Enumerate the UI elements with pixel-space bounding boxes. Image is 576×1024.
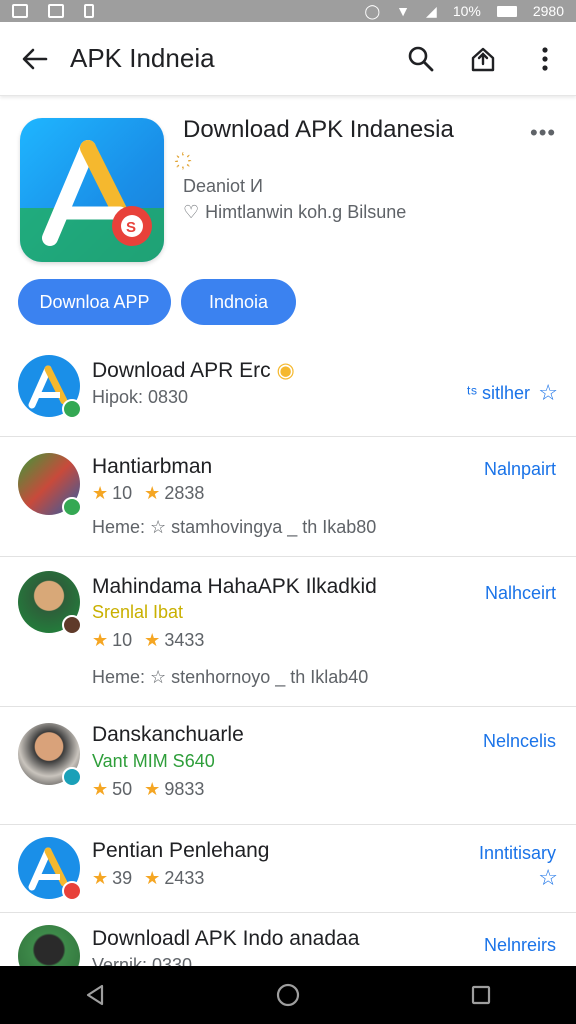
star-icon: ★ <box>144 483 161 503</box>
arrow-back-icon <box>22 48 48 69</box>
app-list: Download APR Erc ◉ Hipok: 0830 ᵗˢ sitlhe… <box>0 342 576 987</box>
item-action[interactable]: Nelnreirs <box>484 935 556 956</box>
app-icon <box>18 355 82 419</box>
star-icon: ★ <box>92 483 109 503</box>
item-action[interactable]: Inntitisary <box>479 843 556 864</box>
star-outline-icon[interactable]: ☆ <box>538 380 558 406</box>
list-item[interactable]: Danskanchuarle Vant MIM S640 ★ 50 ★ 9833 N… <box>0 707 576 825</box>
share-button[interactable] <box>452 22 514 96</box>
share-icon <box>471 47 495 71</box>
wifi-icon: ▼ <box>396 3 411 19</box>
app-title: Download APK Indanesia <box>183 116 454 143</box>
apk-a-logo-icon: S <box>20 140 164 262</box>
item-action[interactable]: Nelncelis <box>483 731 556 752</box>
star-icon: ★ <box>92 630 109 650</box>
heart-icon: ♡ <box>183 202 200 222</box>
app-meta-text: Himtlanwin koh.g Bilsune <box>205 202 407 222</box>
star-icon: ★ <box>144 868 161 888</box>
rating-count: 9833 <box>164 779 205 799</box>
list-item[interactable]: Mahindama HahaAPK Ilkadkid Srenlal Ibat … <box>0 557 576 707</box>
list-item[interactable]: Downloadl APK Indo anadaa Vernik: 0330 N… <box>0 913 576 987</box>
rating-value: 39 <box>112 868 133 888</box>
star-outline-icon[interactable]: ☆ <box>538 865 558 891</box>
search-button[interactable] <box>390 22 452 96</box>
signal-icon: ◢ <box>426 2 437 19</box>
more-options-button[interactable] <box>514 22 576 96</box>
recents-nav-icon[interactable] <box>470 984 492 1006</box>
item-rating: ★ 50 ★ 9833 <box>92 779 204 800</box>
star-icon: ★ <box>92 779 109 799</box>
developer-name: Deaniot И <box>183 176 263 196</box>
battery-icon <box>496 5 517 17</box>
verified-icon <box>62 399 82 419</box>
list-item[interactable]: Hantiarbman ★ 10 ★ 2838 Heme: ☆ stamhoving… <box>0 437 576 557</box>
page-title: APK Indneia <box>70 43 215 73</box>
item-tag: Vant MIM S640 <box>92 751 215 771</box>
home-nav-icon[interactable] <box>275 982 301 1008</box>
verified-icon <box>62 497 82 517</box>
item-details: Heme: ☆ stamhovingya _ th Ikab80 <box>92 517 377 537</box>
item-action[interactable]: Nalhceirt <box>485 583 556 604</box>
list-item[interactable]: Download APR Erc ◉ Hipok: 0830 ᵗˢ sitlhe… <box>0 342 576 437</box>
rating-value: 10 <box>112 483 133 503</box>
download-icon <box>84 4 94 18</box>
badge-icon <box>62 615 82 635</box>
app-icon <box>18 571 82 635</box>
item-title: Pentian Penlehang <box>92 839 270 862</box>
rating-count: 3433 <box>164 630 205 650</box>
item-tag: Srenlal Ibat <box>92 602 184 622</box>
gold-badge-icon: ◉ <box>276 359 295 382</box>
badge-icon <box>62 767 82 787</box>
app-icon <box>18 453 82 517</box>
star-icon: ★ <box>144 779 161 799</box>
star-icon: ★ <box>92 868 109 888</box>
app-toolbar: APK Indneia <box>0 22 576 96</box>
indonesia-button[interactable]: Indnoia <box>181 279 296 325</box>
item-title: Download APR Erc ◉ <box>92 358 295 383</box>
system-nav-bar <box>0 966 576 1024</box>
alarm-icon: ◯ <box>364 2 381 19</box>
star-icon: ★ <box>144 630 161 650</box>
app-logo[interactable]: S <box>20 118 164 262</box>
rating-value: 10 <box>112 630 133 650</box>
item-action[interactable]: ᵗˢ sitlher <box>467 383 530 404</box>
back-nav-icon[interactable] <box>84 983 106 1007</box>
back-button[interactable] <box>0 22 70 96</box>
item-details: Heme: ☆ stenhornoyo _ th Iklab40 <box>92 667 369 687</box>
item-title: Danskanchuarle <box>92 723 244 746</box>
app-icon <box>18 837 82 901</box>
clock: 2980 <box>532 3 564 19</box>
rating-value: 50 <box>112 779 133 799</box>
item-title: Hantiarbman <box>92 455 213 478</box>
item-title-text: Download APR Erc <box>92 359 271 382</box>
item-action[interactable]: Nalnpairt <box>484 459 556 480</box>
featured-app-card: S Download APK Indanesia ҉ Deaniot И ♡ H… <box>0 96 576 342</box>
item-title: Mahindama HahaAPK Ilkadkid <box>92 575 377 598</box>
app-meta: ♡ Himtlanwin koh.g Bilsune <box>183 202 406 223</box>
sd-card-icon <box>48 4 64 18</box>
item-title: Downloadl APK Indo anadaa <box>92 927 360 950</box>
download-app-button[interactable]: Downloa APP <box>18 279 171 325</box>
gallery-icon <box>12 4 28 18</box>
rating-count: 2838 <box>164 483 205 503</box>
svg-text:S: S <box>126 219 136 236</box>
item-rating: ★ 10 ★ 3433 <box>92 630 204 651</box>
more-vert-icon <box>542 46 548 71</box>
rating-count: 2433 <box>164 868 205 888</box>
battery-percent: 10% <box>452 3 481 19</box>
item-rating: ★ 39 ★ 2433 <box>92 868 204 889</box>
status-bar: ◯ ▼ ◢ 10% 2980 <box>0 0 576 22</box>
list-item[interactable]: Pentian Penlehang ★ 39 ★ 2433 Inntitisary … <box>0 825 576 913</box>
badge-icon <box>62 881 82 901</box>
item-subtitle: Hipok: 0830 <box>92 387 189 407</box>
item-rating: ★ 10 ★ 2838 <box>92 483 204 504</box>
app-icon <box>18 723 82 787</box>
search-icon <box>408 46 434 71</box>
hero-more-button[interactable]: ••• <box>530 120 556 146</box>
